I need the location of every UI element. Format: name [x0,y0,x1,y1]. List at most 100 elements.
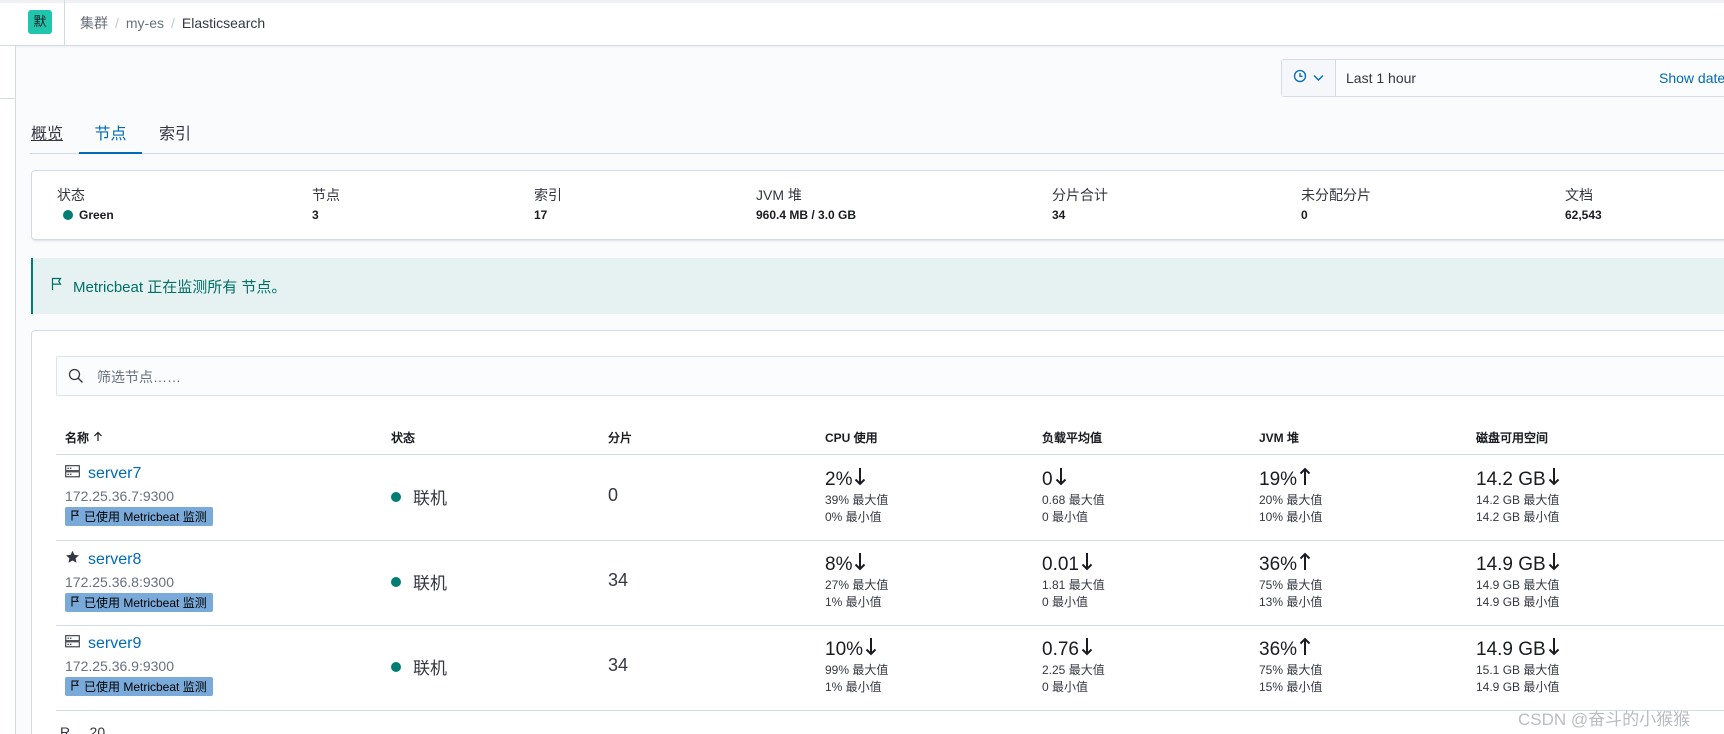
column-header-disk[interactable]: 磁盘可用空间 [1476,429,1548,446]
summary-total-shards: 分片合计 34 [1052,187,1108,222]
jvm-metric: 19% 20% 最大值 10% 最小值 [1259,467,1323,524]
breadcrumb-separator: / [115,15,119,31]
jvm-metric: 36% 75% 最大值 15% 最小值 [1259,637,1323,694]
arrow-down-icon [854,467,866,492]
summary-unassigned-shards: 未分配分片 0 [1301,187,1371,222]
node-address: 172.25.36.8:9300 [65,574,174,590]
column-header-jvm[interactable]: JVM 堆 [1259,429,1299,446]
pagination-rows-text[interactable]: R ... 20 [60,724,105,734]
arrow-down-icon [1548,552,1560,577]
quick-select-button[interactable] [1282,60,1336,96]
breadcrumb-current: Elasticsearch [181,15,266,31]
node-cell: server7 172.25.36.7:9300 已使用 Metricbeat … [65,465,213,526]
watermark-text: CSDN @奋斗的小猴猴 [1518,710,1691,729]
flag-icon [71,510,80,524]
breadcrumb-separator: / [171,15,175,31]
node-shards: 34 [608,655,629,675]
column-header-name[interactable]: 名称 [65,429,103,446]
load-metric: 0.01 1.81 最大值 0 最小值 [1042,552,1105,609]
table-row: server7 172.25.36.7:9300 已使用 Metricbeat … [56,456,1724,541]
callout-text: Metricbeat 正在监测所有 节点。 [73,278,287,296]
tab-nodes[interactable]: 节点 [79,120,142,154]
arrow-down-icon [1548,467,1560,492]
tab-indices[interactable]: 索引 [159,120,191,154]
sort-ascending-icon [93,431,103,445]
time-picker: Last 1 hour Show dates [1281,59,1724,97]
summary-jvm-heap: JVM 堆 960.4 MB / 3.0 GB [756,187,857,222]
header-divider [64,0,65,46]
metricbeat-badge: 已使用 Metricbeat 监测 [65,507,213,526]
column-header-cpu[interactable]: CPU 使用 [825,429,878,446]
top-header: 默 集群 / my-es / Elasticsearch [0,0,1724,46]
metricbeat-badge: 已使用 Metricbeat 监测 [65,677,213,696]
metricbeat-badge: 已使用 Metricbeat 监测 [65,593,213,612]
node-cell: server9 172.25.36.9:9300 已使用 Metricbeat … [65,635,213,696]
tab-overview[interactable]: 概览 [31,120,63,154]
filter-nodes-input[interactable] [97,366,697,388]
metricbeat-callout: Metricbeat 正在监测所有 节点。 [31,258,1724,314]
node-link[interactable]: server7 [88,465,141,483]
arrow-up-icon [1299,552,1311,577]
master-node-star-icon [65,550,80,569]
load-metric: 0 0.68 最大值 0 最小值 [1042,467,1105,524]
node-status: 联机 [391,484,447,509]
show-dates-link[interactable]: Show dates [1659,70,1724,86]
online-dot [391,661,401,672]
jvm-metric: 36% 75% 最大值 13% 最小值 [1259,552,1323,609]
cluster-summary: 状态 Green 节点 3 索引 17 JVM 堆 960.4 MB / 3.0… [31,170,1724,240]
clock-icon [1293,69,1307,88]
cpu-metric: 2% 39% 最大值 0% 最小值 [825,467,889,524]
online-dot [391,576,401,587]
flag-icon [71,680,80,694]
disk-metric: 14.9 GB 14.9 GB 最大值 14.9 GB 最小值 [1476,552,1560,609]
column-header-status[interactable]: 状态 [391,429,415,446]
server-icon [65,635,80,653]
arrow-down-icon [1081,637,1093,662]
tab-bar: 概览 节点 索引 [30,110,1724,154]
arrow-up-icon [1299,637,1311,662]
node-shards: 34 [608,570,629,590]
health-dot [63,210,73,220]
node-address: 172.25.36.9:9300 [65,658,174,674]
server-icon [65,465,80,483]
online-dot [391,491,401,502]
column-header-shards[interactable]: 分片 [608,429,632,446]
nodes-table-panel: 名称 状态 分片 CPU 使用 负载平均值 JVM 堆 磁盘可用空间 serve… [31,330,1724,734]
disk-metric: 14.9 GB 15.1 GB 最大值 14.9 GB 最小值 [1476,637,1560,694]
summary-nodes: 节点 3 [312,187,340,222]
breadcrumb: 集群 / my-es / Elasticsearch [80,13,265,33]
node-shards: 0 [608,485,619,505]
node-link[interactable]: server9 [88,635,141,653]
cpu-metric: 10% 99% 最大值 1% 最小值 [825,637,889,694]
disk-metric: 14.2 GB 14.2 GB 最大值 14.2 GB 最小值 [1476,467,1560,524]
arrow-up-icon [1299,467,1311,492]
chevron-down-icon [1313,69,1324,87]
node-status: 联机 [391,569,447,594]
summary-indices: 索引 17 [534,187,562,222]
node-address: 172.25.36.7:9300 [65,488,174,504]
flag-icon [71,596,80,610]
arrow-down-icon [1548,637,1560,662]
arrow-down-icon [854,552,866,577]
search-icon [68,368,84,389]
summary-documents: 文档 62,543 [1565,187,1602,222]
arrow-down-icon [865,637,877,662]
table-row: server9 172.25.36.9:9300 已使用 Metricbeat … [56,626,1724,711]
summary-status: 状态 Green [57,187,114,222]
breadcrumb-clusters[interactable]: 集群 [80,13,108,33]
time-range-label[interactable]: Last 1 hour [1346,70,1416,86]
flag-icon [51,277,63,296]
node-status: 联机 [391,654,447,679]
space-avatar[interactable]: 默 [28,10,52,34]
table-header: 名称 状态 分片 CPU 使用 负载平均值 JVM 堆 磁盘可用空间 [56,421,1724,455]
load-metric: 0.76 2.25 最大值 0 最小值 [1042,637,1105,694]
health-value: Green [79,208,114,222]
column-header-load[interactable]: 负载平均值 [1042,429,1102,446]
node-cell: server8 172.25.36.8:9300 已使用 Metricbeat … [65,550,213,612]
breadcrumb-cluster[interactable]: my-es [126,15,164,31]
node-link[interactable]: server8 [88,551,141,569]
arrow-down-icon [1055,467,1067,492]
side-nav-strip [0,46,16,734]
arrow-down-icon [1081,552,1093,577]
table-row: server8 172.25.36.8:9300 已使用 Metricbeat … [56,541,1724,626]
